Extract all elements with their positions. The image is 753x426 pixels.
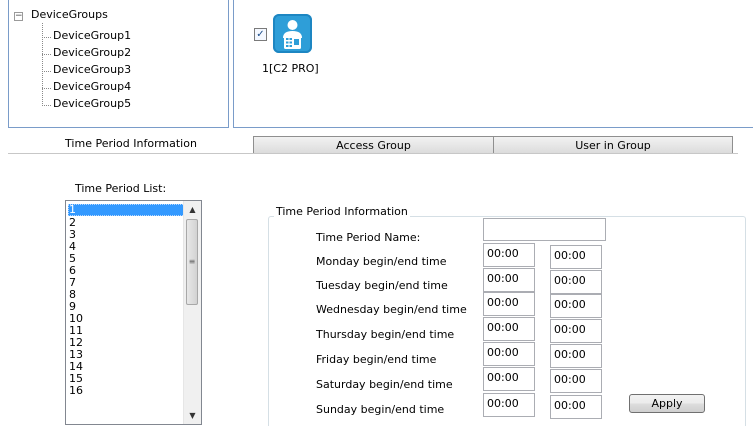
tree-item-devicegroup3[interactable]: DeviceGroup3 <box>42 62 162 79</box>
tree-item-label: DeviceGroup2 <box>53 46 132 59</box>
thursday-label: Thursday begin/end time <box>316 328 455 341</box>
monday-begin-input[interactable]: 00:00 <box>483 243 535 267</box>
sunday-begin-input[interactable]: 00:00 <box>483 393 535 417</box>
saturday-label: Saturday begin/end time <box>316 378 453 391</box>
saturday-begin-input[interactable]: 00:00 <box>483 367 535 391</box>
tab-user-in-group[interactable]: User in Group <box>493 136 733 154</box>
time-period-list-label: Time Period List: <box>75 182 167 195</box>
thursday-end-input[interactable]: 00:00 <box>550 319 602 343</box>
tuesday-end-input[interactable]: 00:00 <box>550 270 602 294</box>
list-item-selected[interactable]: 1 <box>68 204 185 216</box>
monday-label: Monday begin/end time <box>316 255 447 268</box>
tree-item-devicegroup1[interactable]: DeviceGroup1 <box>42 28 162 45</box>
tab-divider <box>8 153 738 154</box>
time-period-name-input[interactable] <box>483 218 606 241</box>
terminal-user-icon <box>283 20 302 49</box>
time-period-name-label: Time Period Name: <box>316 231 421 244</box>
monday-end-input[interactable]: 00:00 <box>550 245 602 269</box>
friday-label: Friday begin/end time <box>316 353 437 366</box>
apply-button[interactable]: Apply <box>629 394 705 413</box>
thursday-begin-input[interactable]: 00:00 <box>483 317 535 341</box>
list-scrollbar[interactable]: ▲ ≡ ▼ <box>183 201 201 424</box>
group-title: Time Period Information <box>274 205 410 218</box>
tree-item-devicegroup2[interactable]: DeviceGroup2 <box>42 45 162 62</box>
friday-end-input[interactable]: 00:00 <box>550 344 602 368</box>
tree-item-label: DeviceGroup3 <box>53 63 132 76</box>
tab-time-period-information[interactable]: Time Period Information <box>8 134 254 152</box>
sunday-label: Sunday begin/end time <box>316 403 445 416</box>
tuesday-label: Tuesday begin/end time <box>316 279 448 292</box>
friday-begin-input[interactable]: 00:00 <box>483 342 535 366</box>
tree-root-device-groups[interactable]: DeviceGroups <box>31 8 108 21</box>
access-terminal-icon[interactable] <box>273 14 312 53</box>
wednesday-begin-input[interactable]: 00:00 <box>483 292 535 316</box>
tree-item-label: DeviceGroup5 <box>53 97 132 110</box>
wednesday-label: Wednesday begin/end time <box>316 303 467 316</box>
time-period-listbox[interactable]: 1 2 3 4 5 6 7 8 9 10 11 12 13 14 15 16 ▲… <box>65 200 202 425</box>
tab-access-group[interactable]: Access Group <box>253 136 494 154</box>
tree-item-devicegroup5[interactable]: DeviceGroup5 <box>42 96 162 113</box>
tree-item-label: DeviceGroup1 <box>53 29 132 42</box>
list-item[interactable]: 16 <box>68 385 83 397</box>
sunday-end-input[interactable]: 00:00 <box>550 395 602 419</box>
tuesday-begin-input[interactable]: 00:00 <box>483 268 535 292</box>
scroll-down-arrow-icon[interactable]: ▼ <box>184 407 201 424</box>
device-label: 1[C2 PRO] <box>262 62 319 75</box>
tree-collapse-toggle[interactable]: − <box>14 12 23 21</box>
tree-item-devicegroup4[interactable]: DeviceGroup4 <box>42 79 162 96</box>
device-checkbox[interactable]: ✓ <box>254 28 267 41</box>
tree-item-label: DeviceGroup4 <box>53 80 132 93</box>
scroll-thumb[interactable]: ≡ <box>186 219 198 305</box>
wednesday-end-input[interactable]: 00:00 <box>550 294 602 318</box>
saturday-end-input[interactable]: 00:00 <box>550 369 602 393</box>
scroll-up-arrow-icon[interactable]: ▲ <box>184 201 201 218</box>
